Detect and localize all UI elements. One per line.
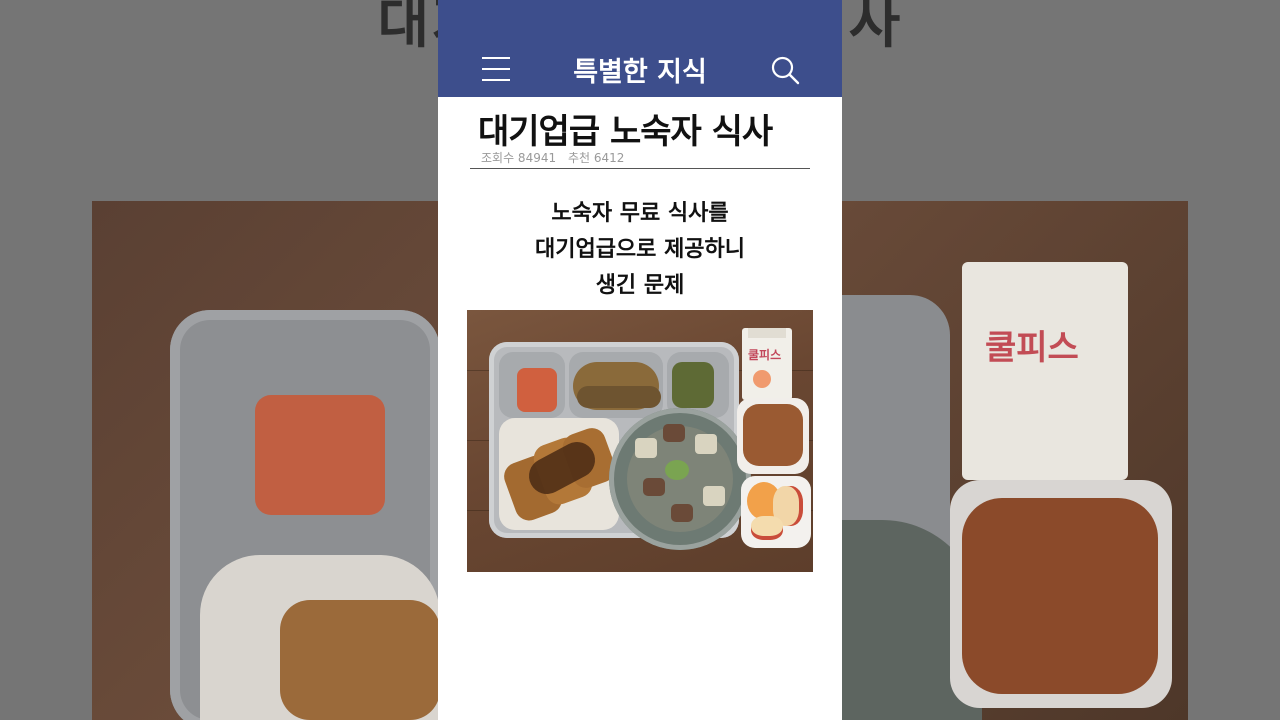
spicy-pork xyxy=(743,404,803,466)
vegetable-side xyxy=(672,362,714,408)
kimchi xyxy=(517,368,557,412)
background-milk-label: 쿨피스 xyxy=(985,328,1079,368)
background-kimchi xyxy=(255,395,385,515)
subtitle-line: 생긴 문제 xyxy=(595,273,685,298)
app-bar: 특별한 지식 xyxy=(438,0,842,97)
peach-graphic xyxy=(753,370,771,388)
grilled-fish xyxy=(577,386,661,408)
scallion-garnish xyxy=(665,460,689,480)
background-milk-carton xyxy=(962,262,1128,480)
content-panel: 특별한 지식 대기업급 노숙자 식사 조회수 84941 추천 6412 노숙자… xyxy=(438,0,842,720)
post-stats: 조회수 84941 추천 6412 xyxy=(481,149,624,166)
radish xyxy=(695,434,717,454)
meal-photo: 쿨피스 xyxy=(467,310,813,572)
divider xyxy=(470,168,810,169)
milk-carton-label: 쿨피스 xyxy=(748,348,782,362)
post-headline: 대기업급 노숙자 식사 xyxy=(478,112,773,152)
recommend-count: 추천 6412 xyxy=(567,151,625,165)
subtitle-line: 대기업급으로 제공하니 xyxy=(534,237,746,262)
background-cutlet xyxy=(280,600,440,720)
beef-chunk xyxy=(643,478,665,496)
background-side-dish xyxy=(962,498,1158,694)
apple-slice xyxy=(751,516,783,540)
radish xyxy=(703,486,725,506)
radish xyxy=(635,438,657,458)
subtitle-line: 노숙자 무료 식사를 xyxy=(551,201,729,226)
views-count: 조회수 84941 xyxy=(481,151,557,165)
milk-carton-top xyxy=(748,328,786,338)
milk-carton xyxy=(742,328,792,400)
search-icon[interactable] xyxy=(770,55,800,85)
beef-chunk xyxy=(671,504,693,522)
beef-chunk xyxy=(663,424,685,442)
post-subtitle: 노숙자 무료 식사를 대기업급으로 제공하니 생긴 문제 xyxy=(438,196,842,304)
